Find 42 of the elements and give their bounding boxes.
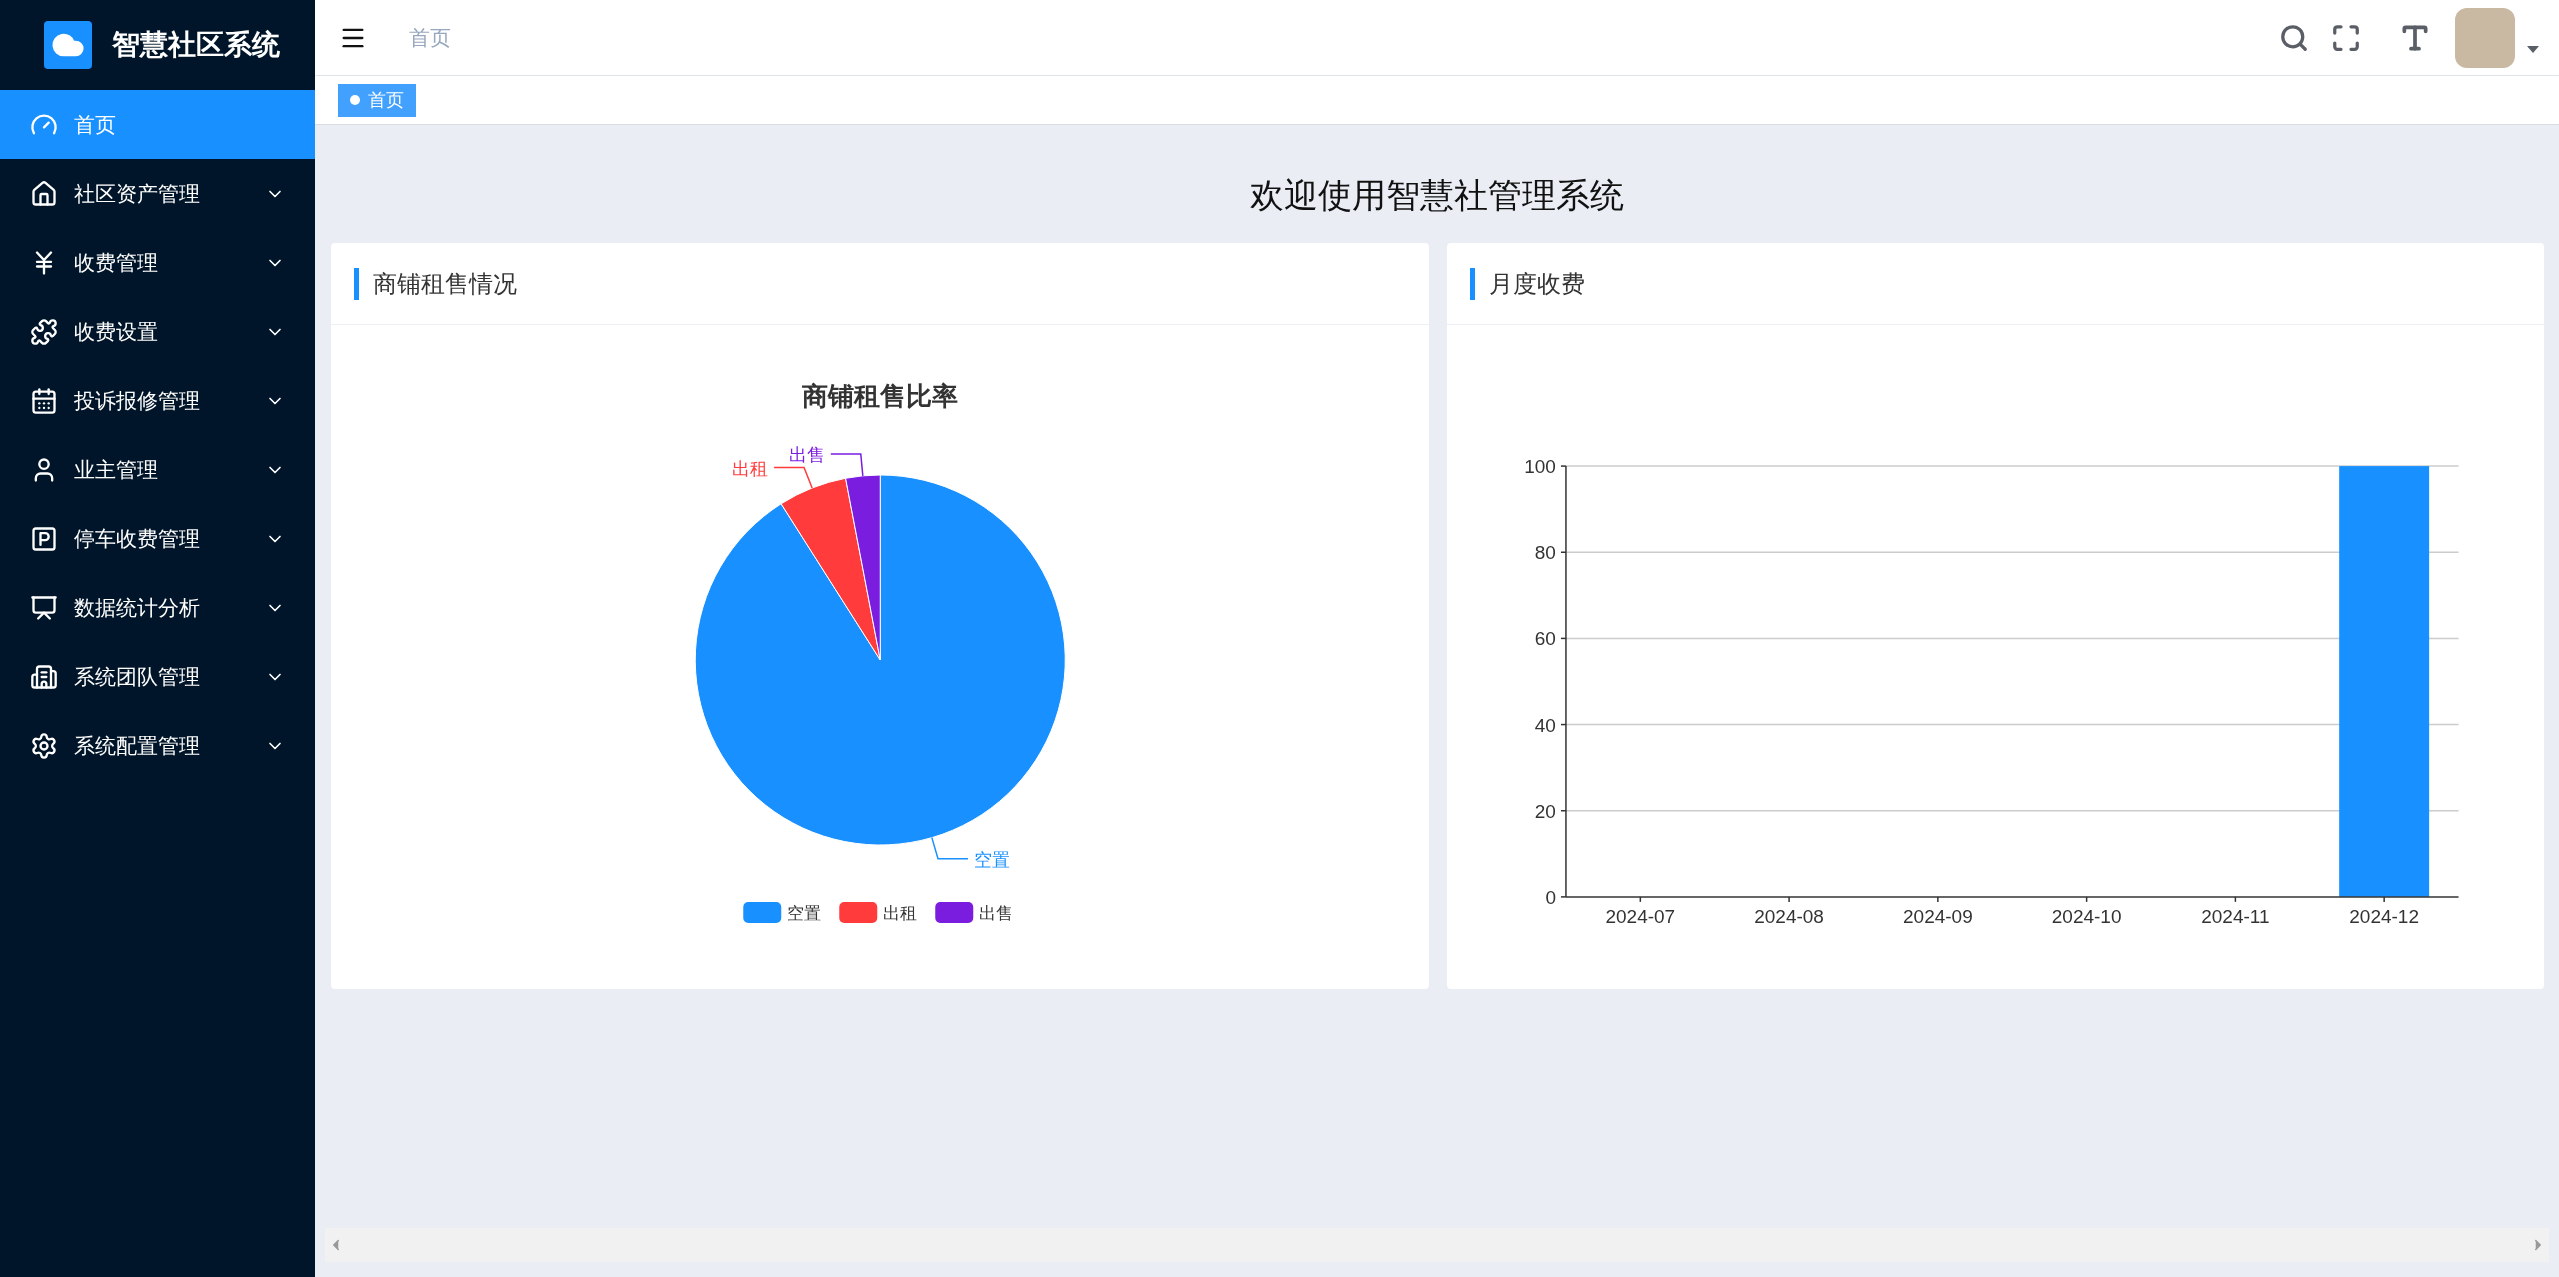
axis-tick-label: 60 (1534, 628, 1556, 650)
chart-title: 商铺租售比率 (802, 381, 959, 411)
puzzle-icon (30, 317, 58, 346)
app-name: 智慧社区系统 (112, 28, 280, 62)
legend-item[interactable]: 空置 (743, 902, 822, 923)
slice-label: 出租 (732, 458, 769, 479)
axis-tick-label: 2024-09 (1902, 905, 1973, 927)
axis-tick-label: 2024-10 (2051, 905, 2121, 927)
settings-icon (30, 731, 58, 760)
slice-label: 空置 (974, 849, 1010, 870)
legend-label: 出租 (883, 904, 918, 923)
parking-icon (30, 524, 58, 553)
legend-item[interactable]: 出售 (935, 902, 1014, 923)
axis-tick-label: 2024-08 (1753, 905, 1824, 927)
axis-tick-label: 40 (1534, 714, 1556, 736)
page-title: 欢迎使用智慧社管理系统 (1249, 175, 1625, 215)
logo-icon (44, 21, 92, 69)
axis-tick-label: 20 (1534, 800, 1556, 822)
axis-tick-label: 80 (1534, 542, 1556, 564)
axis-tick-label: 2024-12 (2348, 905, 2419, 927)
axis-tick-label: 0 (1544, 886, 1556, 908)
calendar-icon (30, 386, 58, 415)
house-icon (30, 179, 58, 208)
title-accent (354, 267, 359, 300)
presentation-icon (30, 593, 58, 622)
axis-tick-label: 100 (1523, 456, 1556, 478)
leader-line (931, 836, 969, 860)
leader-line (830, 453, 864, 477)
axis-tick-label: 2024-11 (2200, 905, 2269, 927)
expand-icon[interactable] (2331, 22, 2361, 53)
search-icon[interactable] (2279, 22, 2309, 53)
legend-item[interactable]: 出租 (839, 902, 918, 923)
title-accent (1469, 267, 1475, 300)
building-icon (30, 662, 58, 691)
card-title: 月度收费 (1488, 268, 1585, 299)
legend-label: 出售 (979, 904, 1014, 923)
slice-label: 出售 (788, 444, 825, 465)
legend-label: 空置 (787, 904, 822, 923)
caret-icon[interactable] (2527, 46, 2539, 53)
card-title: 商铺租售情况 (373, 268, 517, 299)
axis-tick-label: 2024-07 (1605, 905, 1675, 927)
leader-line (773, 466, 813, 489)
